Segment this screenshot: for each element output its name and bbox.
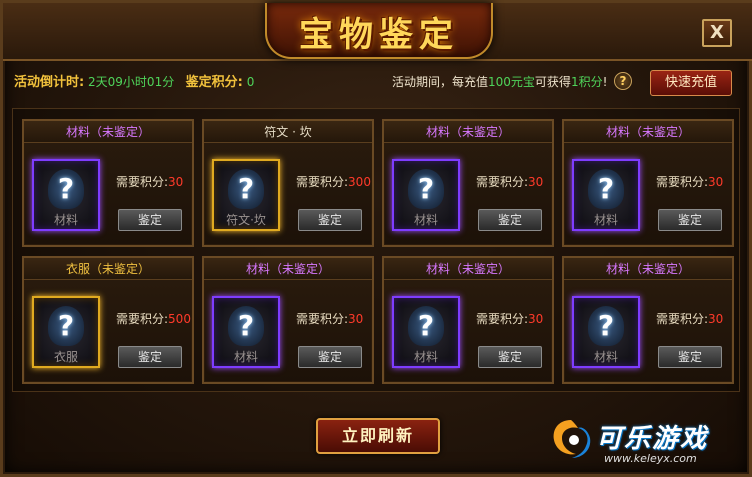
- required-points-value: 300: [348, 175, 371, 189]
- required-points: 需要积分:30: [656, 310, 723, 327]
- required-points-value: 30: [528, 175, 544, 189]
- required-points: 需要积分:500: [116, 310, 191, 327]
- identify-button[interactable]: 鉴定: [658, 346, 722, 368]
- item-slot[interactable]: ? 材料: [572, 296, 640, 368]
- required-points-value: 30: [528, 312, 544, 326]
- item-card: 材料（未鉴定）? 材料 需要积分:30 鉴定: [22, 119, 194, 247]
- close-button[interactable]: X: [702, 19, 732, 47]
- question-mark-icon: ?: [48, 306, 84, 346]
- question-mark-icon: ?: [228, 306, 264, 346]
- item-slot-label: 材料: [593, 350, 618, 364]
- item-slot-label: 衣服: [53, 350, 78, 364]
- score-label: 鉴定积分:: [185, 75, 243, 90]
- identify-button[interactable]: 鉴定: [118, 346, 182, 368]
- item-title: 材料（未鉴定）: [564, 121, 732, 143]
- countdown-value: 2天09小时01分: [88, 75, 175, 89]
- countdown-label: 活动倒计时:: [14, 75, 85, 90]
- required-points-value: 500: [168, 312, 191, 326]
- question-mark-icon: ?: [408, 169, 444, 209]
- item-card: 符文 · 坎? 符文·坎 需要积分:300 鉴定: [202, 119, 374, 247]
- required-points-label: 需要积分:: [656, 312, 709, 326]
- window-title: 宝物鉴定: [299, 15, 459, 55]
- identify-button[interactable]: 鉴定: [478, 209, 542, 231]
- required-points: 需要积分:30: [296, 310, 363, 327]
- item-slot[interactable]: ? 衣服: [32, 296, 100, 368]
- identify-button[interactable]: 鉴定: [478, 346, 542, 368]
- required-points-label: 需要积分:: [116, 312, 169, 326]
- required-points: 需要积分:30: [476, 310, 543, 327]
- required-points-label: 需要积分:: [476, 312, 529, 326]
- item-card: 材料（未鉴定）? 材料 需要积分:30 鉴定: [382, 256, 554, 384]
- item-title: 材料（未鉴定）: [24, 121, 192, 143]
- item-title: 材料（未鉴定）: [384, 121, 552, 143]
- watermark-name: 可乐游戏: [596, 424, 709, 454]
- identify-button[interactable]: 鉴定: [298, 346, 362, 368]
- item-slot[interactable]: ? 符文·坎: [212, 159, 280, 231]
- identify-button[interactable]: 鉴定: [298, 209, 362, 231]
- item-slot-label: 材料: [413, 350, 438, 364]
- question-mark-icon: ?: [48, 169, 84, 209]
- required-points-value: 30: [168, 175, 184, 189]
- required-points: 需要积分:30: [476, 173, 543, 190]
- item-title: 材料（未鉴定）: [384, 258, 552, 280]
- score-value: 0: [246, 75, 255, 89]
- item-card: 材料（未鉴定）? 材料 需要积分:30 鉴定: [202, 256, 374, 384]
- notice-prefix: 活动期间，每充值: [392, 75, 489, 89]
- item-title: 材料（未鉴定）: [564, 258, 732, 280]
- item-title: 衣服（未鉴定）: [24, 258, 192, 280]
- watermark-url: www.keleyx.com: [604, 452, 697, 465]
- notice-mid: 可获得: [534, 75, 571, 89]
- question-mark-icon: ?: [408, 306, 444, 346]
- site-watermark-logo: 可乐游戏 www.keleyx.com: [548, 412, 748, 472]
- question-mark-icon: ?: [228, 169, 264, 209]
- notice-points: 1积分: [570, 75, 603, 89]
- required-points-label: 需要积分:: [296, 312, 349, 326]
- item-slot-label: 材料: [593, 213, 618, 227]
- required-points-label: 需要积分:: [116, 175, 169, 189]
- required-points-value: 30: [348, 312, 364, 326]
- title-plate: 宝物鉴定: [265, 3, 493, 59]
- logo-swirl-icon: [553, 420, 591, 458]
- required-points-label: 需要积分:: [296, 175, 349, 189]
- required-points-value: 30: [708, 175, 724, 189]
- item-slot[interactable]: ? 材料: [572, 159, 640, 231]
- required-points: 需要积分:30: [656, 173, 723, 190]
- identify-button[interactable]: 鉴定: [658, 209, 722, 231]
- item-slot-label: 材料: [413, 213, 438, 227]
- notice-suffix: !: [602, 75, 608, 89]
- item-card: 衣服（未鉴定）? 衣服 需要积分:500 鉴定: [22, 256, 194, 384]
- question-mark-icon: ?: [588, 169, 624, 209]
- recharge-notice: 活动期间，每充值100元宝可获得1积分!: [392, 72, 607, 92]
- item-slot[interactable]: ? 材料: [212, 296, 280, 368]
- required-points-label: 需要积分:: [476, 175, 529, 189]
- item-title: 材料（未鉴定）: [204, 258, 372, 280]
- item-slot[interactable]: ? 材料: [392, 296, 460, 368]
- item-card: 材料（未鉴定）? 材料 需要积分:30 鉴定: [562, 119, 734, 247]
- refresh-now-button[interactable]: 立即刷新: [316, 418, 440, 454]
- item-title: 符文 · 坎: [204, 121, 372, 143]
- required-points: 需要积分:300: [296, 173, 371, 190]
- notice-amount: 100元宝: [488, 75, 535, 89]
- item-slot[interactable]: ? 材料: [392, 159, 460, 231]
- required-points: 需要积分:30: [116, 173, 183, 190]
- item-slot-label: 符文·坎: [226, 213, 266, 227]
- item-slot-label: 材料: [53, 213, 78, 227]
- question-mark-icon: ?: [588, 306, 624, 346]
- item-card: 材料（未鉴定）? 材料 需要积分:30 鉴定: [382, 119, 554, 247]
- required-points-label: 需要积分:: [656, 175, 709, 189]
- item-card: 材料（未鉴定）? 材料 需要积分:30 鉴定: [562, 256, 734, 384]
- quick-recharge-button[interactable]: 快速充值: [650, 70, 732, 96]
- item-slot-label: 材料: [233, 350, 258, 364]
- item-slot[interactable]: ? 材料: [32, 159, 100, 231]
- identify-button[interactable]: 鉴定: [118, 209, 182, 231]
- help-icon[interactable]: ?: [614, 72, 632, 90]
- required-points-value: 30: [708, 312, 724, 326]
